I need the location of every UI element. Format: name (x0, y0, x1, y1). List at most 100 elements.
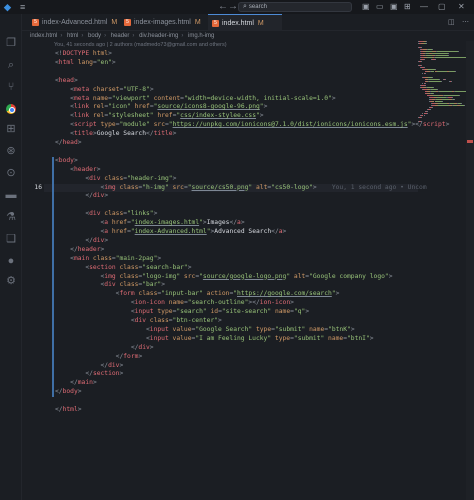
code-line[interactable]: <title>Google Search</title> (55, 130, 176, 139)
code-token: "bar" (142, 281, 162, 289)
code-token: class (115, 183, 139, 191)
code-token: href (108, 228, 128, 235)
command-center-search[interactable]: ⌕ search (238, 2, 352, 12)
live-share-icon[interactable]: ⚙ (4, 274, 18, 288)
close-window-icon[interactable]: ✕ (458, 1, 465, 13)
code-token: > (157, 254, 162, 262)
minimap-token (458, 51, 459, 52)
more-actions-icon[interactable]: ⋯ (460, 14, 474, 31)
breadcrumb-img[interactable]: img.h-img (188, 33, 214, 39)
breadcrumb-header[interactable]: header (111, 33, 130, 39)
code-line[interactable]: </head> (55, 139, 82, 148)
code-line[interactable]: </main> (55, 379, 97, 388)
maximize-icon[interactable]: ▢ (438, 1, 446, 13)
remote-explorer-icon[interactable]: ⊙ (4, 166, 18, 180)
back-arrow-icon[interactable]: ← (218, 1, 228, 13)
code-token: head (58, 76, 74, 84)
code-line[interactable]: <ion-icon name="search-outline"></ion-ic… (55, 299, 294, 308)
split-editor-icon[interactable]: ◫ (446, 14, 460, 31)
toggle-sidebar-icon[interactable]: ▣ (362, 1, 370, 13)
code-line[interactable]: <section class="search-bar"> (55, 264, 191, 273)
forward-arrow-icon[interactable]: → (228, 1, 238, 13)
code-editor[interactable]: <!DOCTYPE html> <html lang="en"> <head> <m… (22, 49, 449, 500)
code-line[interactable]: </div> (55, 237, 108, 246)
github-icon[interactable]: ● (4, 254, 18, 268)
code-token: "btn-center" (172, 317, 219, 324)
code-line[interactable]: <html lang="en"> (55, 59, 116, 68)
html-file-icon: 5 (212, 20, 219, 27)
toggle-secondary-sidebar-icon[interactable]: ▣ (390, 1, 398, 13)
code-line[interactable]: <a href="index-images.html">Images</a> (55, 219, 245, 228)
customize-layout-icon[interactable]: ⊞ (404, 1, 411, 13)
bookmark-icon[interactable]: ❑ (4, 232, 18, 246)
search-icon[interactable]: ⌕ (4, 58, 18, 72)
code-line[interactable]: </div> (55, 362, 124, 371)
code-line[interactable]: <link rel="stylesheet" href="css/index-s… (55, 112, 263, 121)
minimap-token (424, 67, 425, 68)
code-line[interactable]: <body> (55, 157, 78, 166)
code-line[interactable]: </html> (55, 406, 82, 415)
code-line[interactable]: <a href="index-Advanced.html">Advanced S… (55, 228, 287, 237)
code-line[interactable]: <main class="main-2pag"> (55, 255, 161, 264)
code-token: name (271, 308, 291, 316)
code-line[interactable]: <img class="logo-img" src="source/google… (55, 273, 393, 282)
codelens-blame[interactable]: You, 41 seconds ago | 2 authors (madmedo… (54, 41, 227, 49)
code-line[interactable]: <div class="links"> (55, 210, 157, 219)
code-line[interactable]: <input type="search" id="site-search" na… (55, 308, 309, 317)
folder-icon[interactable]: ▬ (4, 188, 18, 202)
tab-index-images[interactable]: 5 index-images.html M (120, 14, 208, 31)
minimap-token (436, 55, 448, 56)
toggle-panel-icon[interactable]: ▭ (376, 1, 384, 13)
breadcrumb-html[interactable]: html (67, 33, 78, 39)
code-line[interactable]: <script type="module" src="https://unpkg… (55, 121, 449, 130)
minimize-icon[interactable]: — (420, 1, 428, 13)
code-line[interactable]: </body> (55, 388, 82, 397)
breadcrumb-body[interactable]: body (88, 33, 101, 39)
code-line[interactable]: </div> (55, 344, 154, 353)
tab-index-advanced[interactable]: 5 index-Advanced.html M (28, 14, 120, 31)
code-line[interactable]: <input value="Google Search" type="submi… (55, 326, 355, 335)
testing-icon[interactable]: ⚗ (4, 210, 18, 224)
code-line[interactable]: <input value="I am Feeling Lucky" type="… (55, 335, 374, 344)
code-line[interactable]: <form class="input-bar" action="https://… (55, 290, 340, 299)
code-token: href (130, 103, 150, 111)
explorer-icon[interactable]: ❐ (4, 36, 18, 50)
code-line[interactable]: </form> (55, 353, 143, 362)
code-token: > (104, 192, 109, 200)
breadcrumb-div[interactable]: div.header-img (139, 33, 178, 39)
code-token: > (172, 174, 177, 182)
code-line[interactable]: </section> (55, 370, 123, 379)
source-control-icon[interactable]: ⑂ (4, 80, 18, 94)
code-line[interactable]: <meta name="viewport" content="width=dev… (55, 95, 335, 104)
minimap-token (440, 81, 442, 82)
code-line[interactable]: <header> (55, 166, 100, 175)
code-line[interactable]: <img class="h-img" src="source/cs50.png"… (55, 184, 427, 193)
chrome-icon[interactable] (6, 104, 16, 114)
code-line[interactable]: <!DOCTYPE html> (55, 50, 112, 59)
code-line[interactable]: <div class="btn-center"> (55, 317, 222, 326)
run-debug-icon[interactable]: ⊛ (4, 144, 18, 158)
extensions-icon[interactable]: ⊞ (4, 122, 18, 136)
code-token: rel (89, 103, 105, 111)
code-line[interactable]: <div class="header-img"> (55, 175, 176, 184)
vertical-scrollbar[interactable] (466, 41, 474, 500)
modified-indicator: M (111, 19, 118, 26)
minimap-token (421, 121, 422, 122)
code-token: "search-outline" (187, 299, 249, 307)
code-line[interactable]: <head> (55, 77, 78, 86)
code-line[interactable]: <div class="bar"> (55, 281, 165, 290)
menu-icon[interactable]: ≡ (20, 1, 25, 13)
code-token: header (77, 245, 101, 253)
code-line[interactable]: <link rel="icon" href="source/icons8-goo… (55, 103, 267, 112)
code-line[interactable]: </div> (55, 192, 108, 201)
tab-index[interactable]: 5 index.html M (208, 14, 282, 31)
code-token: </ (55, 388, 63, 396)
breadcrumb-file[interactable]: index.html (30, 33, 57, 39)
code-line[interactable]: </header> (55, 246, 104, 255)
code-line[interactable]: <meta charset="UTF-8"> (55, 86, 153, 95)
code-token: > (149, 343, 154, 351)
